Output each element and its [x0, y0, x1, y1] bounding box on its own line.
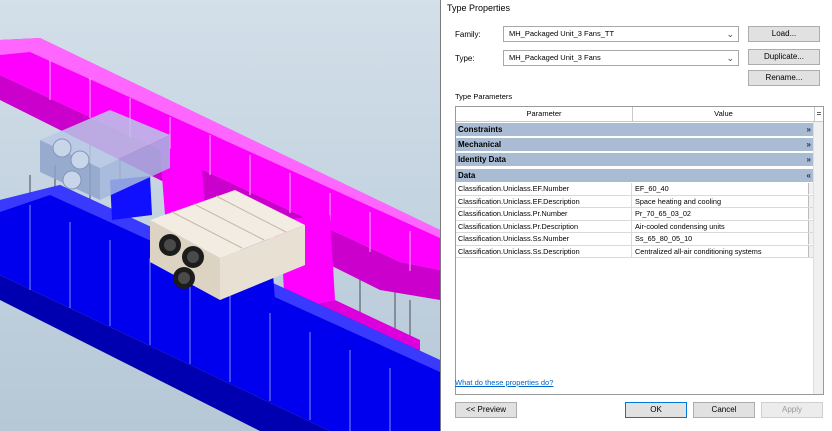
cancel-button[interactable]: Cancel — [693, 402, 755, 418]
expand-icon: » — [806, 140, 811, 149]
table-row[interactable]: Classification.Uniclass.Pr.Number Pr_70_… — [456, 208, 815, 221]
apply-button[interactable]: Apply — [761, 402, 823, 418]
parameter-value[interactable]: Centralized all-air conditioning systems — [633, 245, 809, 258]
type-parameters-grid: Parameter Value = Constraints » Mechanic… — [455, 106, 824, 395]
family-label: Family: — [455, 30, 481, 39]
collapse-icon: « — [806, 171, 811, 180]
mep-model-view — [0, 38, 440, 431]
type-parameters-label: Type Parameters — [455, 92, 513, 101]
preview-button[interactable]: << Preview — [455, 402, 517, 418]
parameter-value[interactable]: Pr_70_65_03_02 — [633, 208, 809, 220]
parameter-value[interactable]: Space heating and cooling — [633, 195, 809, 208]
parameter-name: Classification.Uniclass.Ss.Description — [456, 245, 632, 258]
table-row[interactable]: Classification.Uniclass.EF.Number EF_60_… — [456, 183, 815, 196]
parameter-name: Classification.Uniclass.EF.Number — [456, 183, 632, 195]
ok-button[interactable]: OK — [625, 402, 687, 418]
table-row[interactable]: Classification.Uniclass.Pr.Description A… — [456, 220, 815, 233]
parameter-value[interactable]: EF_60_40 — [633, 183, 809, 195]
type-properties-dialog: Type Properties Family: MH_Packaged Unit… — [440, 0, 832, 431]
group-label: Mechanical — [458, 140, 502, 149]
chevron-down-icon: ⌄ — [726, 53, 734, 63]
parameter-value[interactable]: Air-cooled condensing units — [633, 220, 809, 233]
expand-icon: » — [806, 155, 811, 164]
dialog-title: Type Properties — [447, 3, 511, 13]
duplicate-button[interactable]: Duplicate... — [748, 49, 820, 65]
type-value: MH_Packaged Unit_3 Fans — [509, 53, 601, 62]
parameter-value[interactable]: Ss_65_80_05_10 — [633, 233, 809, 245]
parameter-name: Classification.Uniclass.Ss.Number — [456, 233, 632, 245]
chevron-down-icon: ⌄ — [726, 29, 734, 39]
parameter-name: Classification.Uniclass.EF.Description — [456, 195, 632, 208]
column-header-parameter[interactable]: Parameter — [456, 107, 633, 122]
group-label: Identity Data — [458, 155, 507, 164]
expand-icon: » — [806, 125, 811, 134]
type-label: Type: — [455, 54, 475, 63]
group-identity-data[interactable]: Identity Data » — [456, 153, 815, 167]
table-row[interactable]: Classification.Uniclass.Ss.Number Ss_65_… — [456, 233, 815, 246]
load-button[interactable]: Load... — [748, 26, 820, 42]
rename-button[interactable]: Rename... — [748, 70, 820, 86]
table-row[interactable]: Classification.Uniclass.Ss.Description C… — [456, 245, 815, 258]
family-value: MH_Packaged Unit_3 Fans_TT — [509, 29, 615, 38]
help-link[interactable]: What do these properties do? — [455, 378, 553, 387]
table-row[interactable]: Classification.Uniclass.EF.Description S… — [456, 195, 815, 208]
3d-viewport[interactable] — [0, 0, 440, 431]
sort-button[interactable]: = — [814, 107, 823, 122]
parameter-name: Classification.Uniclass.Pr.Number — [456, 208, 632, 220]
group-label: Constraints — [458, 125, 503, 134]
group-mechanical[interactable]: Mechanical » — [456, 138, 815, 152]
vertical-scrollbar[interactable] — [813, 122, 823, 394]
parameter-name: Classification.Uniclass.Pr.Description — [456, 220, 632, 233]
type-select[interactable]: MH_Packaged Unit_3 Fans ⌄ — [503, 50, 739, 66]
group-data[interactable]: Data « — [456, 169, 815, 183]
group-constraints[interactable]: Constraints » — [456, 123, 815, 137]
group-label: Data — [458, 171, 476, 180]
column-header-value[interactable]: Value — [633, 107, 815, 122]
family-select[interactable]: MH_Packaged Unit_3 Fans_TT ⌄ — [503, 26, 739, 42]
